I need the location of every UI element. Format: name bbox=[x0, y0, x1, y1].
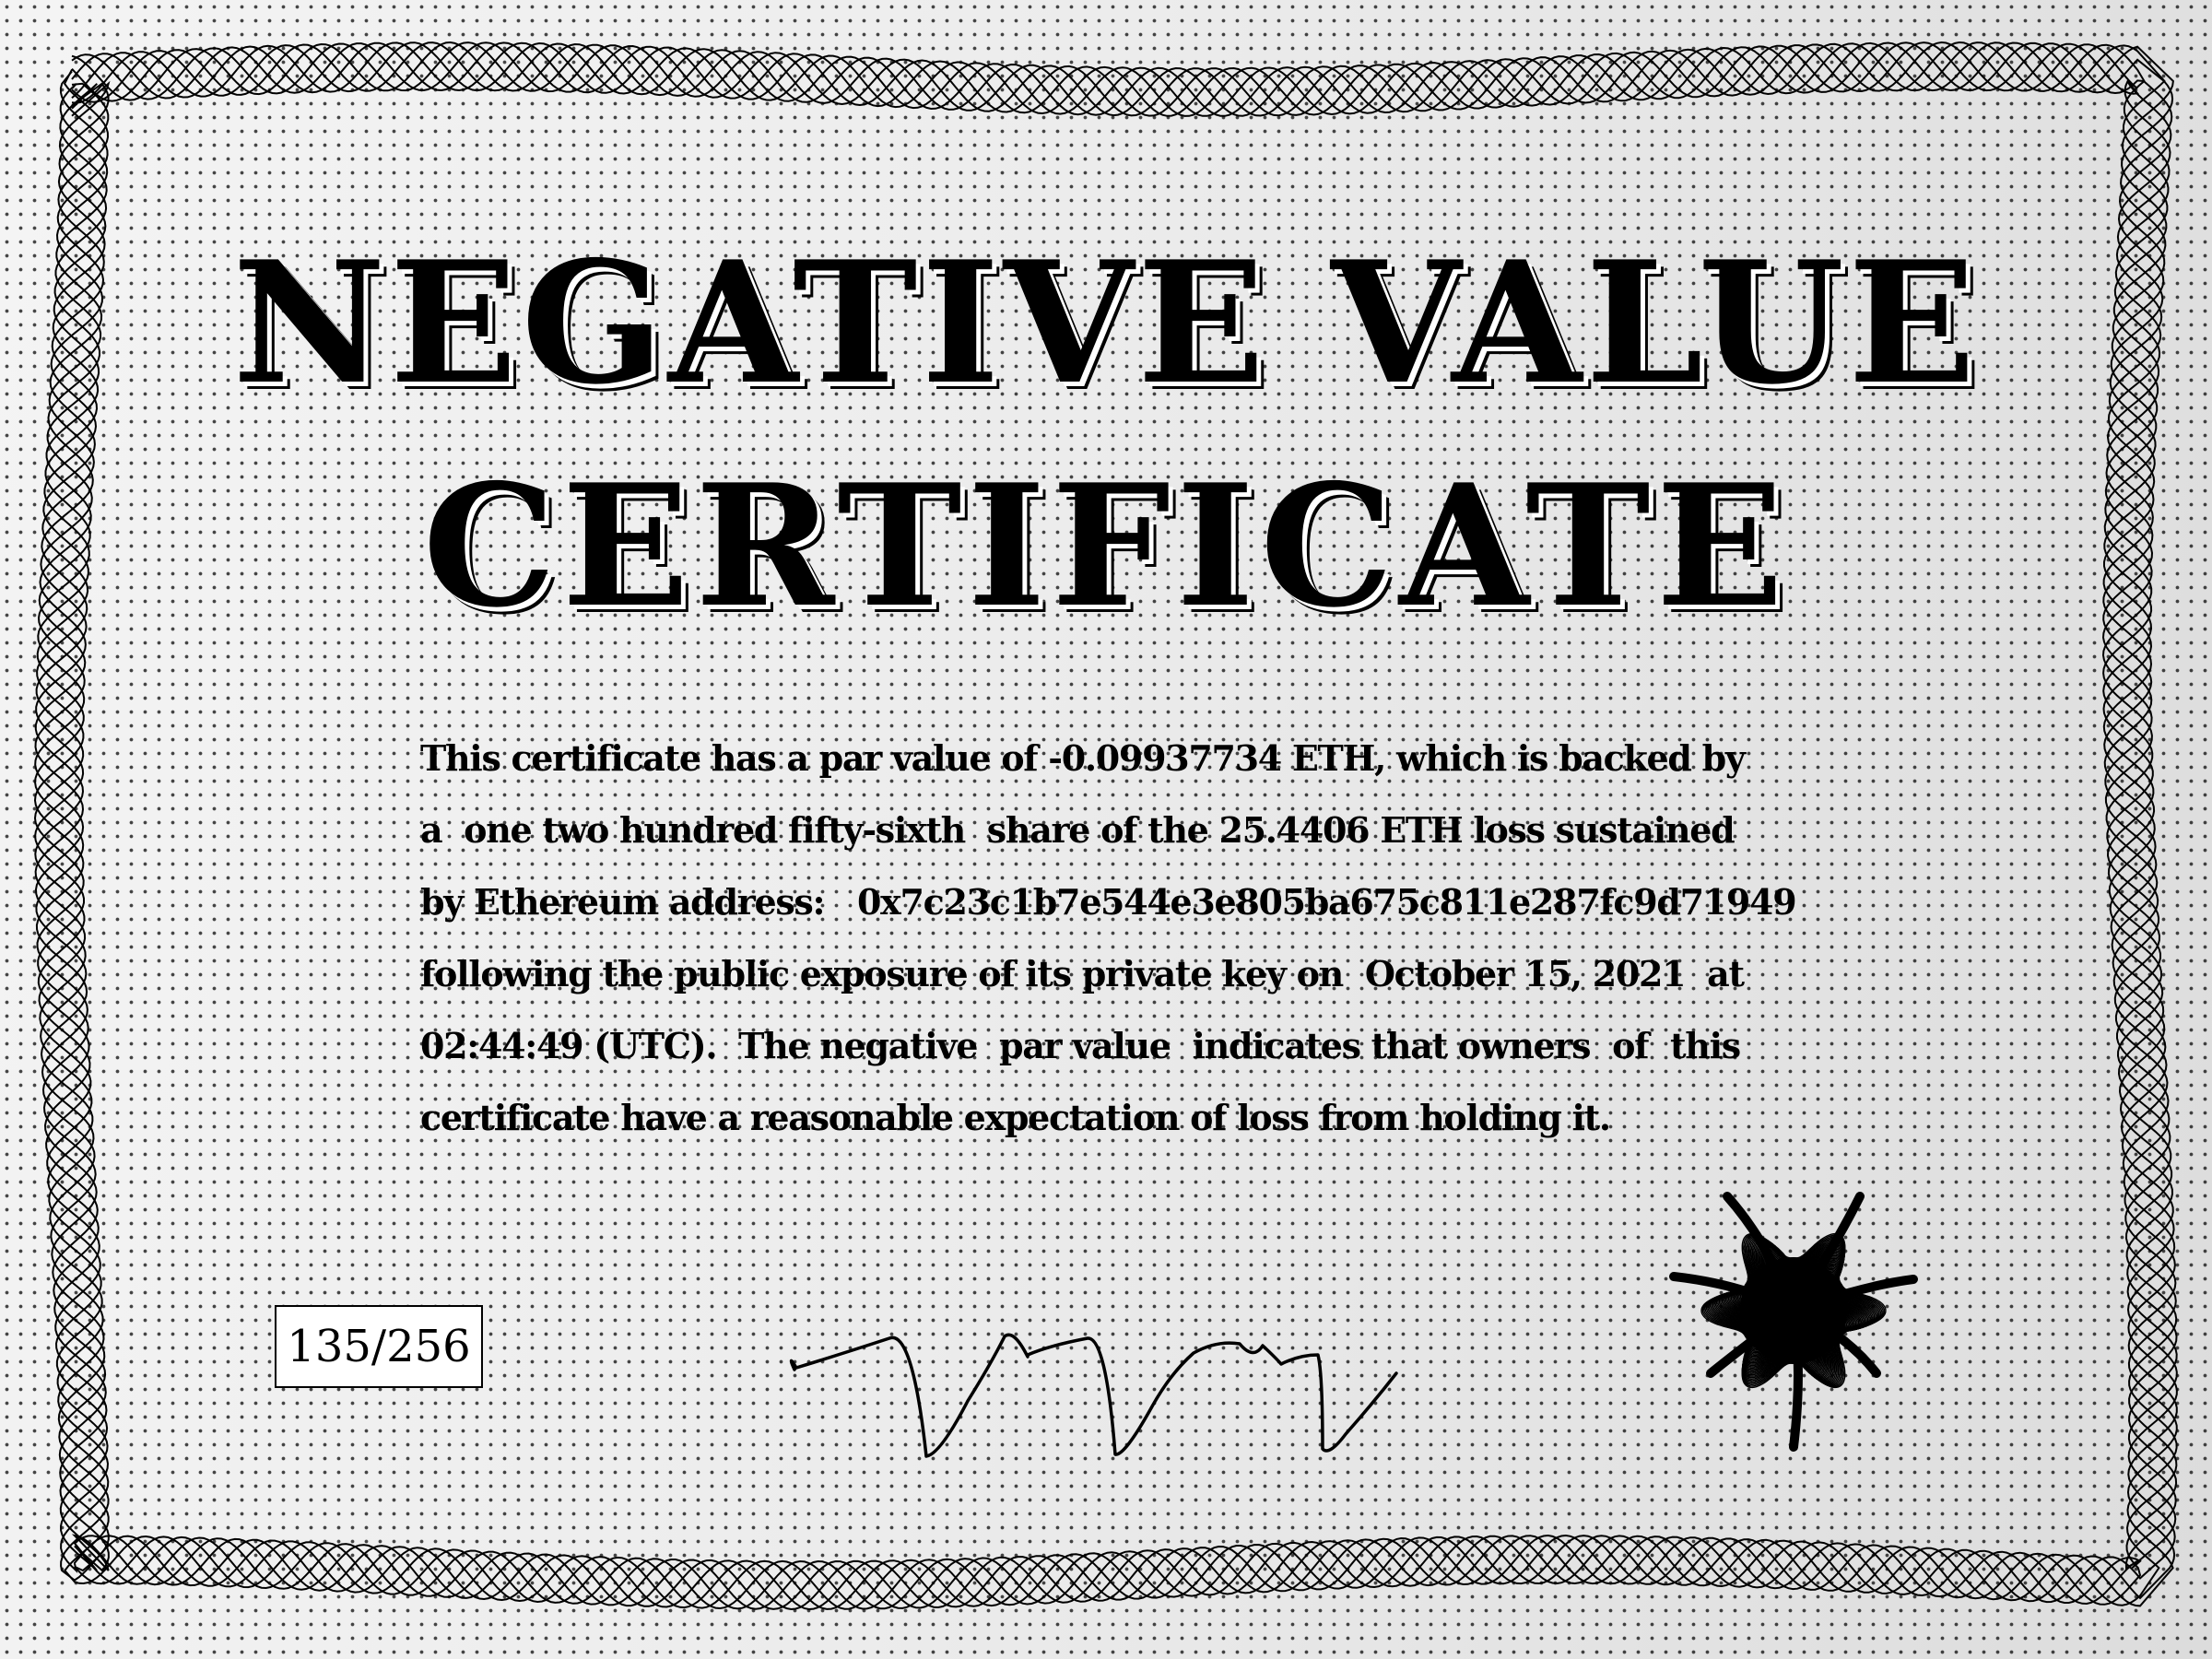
body-line: by Ethereum address: 0x7c23c1b7e544e3e80… bbox=[420, 881, 1797, 923]
signature bbox=[789, 1333, 1398, 1458]
certificate-title-line-1: NEGATIVE VALUE bbox=[232, 224, 1980, 421]
body-line: certificate have a reasonable expectatio… bbox=[420, 1097, 1611, 1138]
serial-number-box: 135/256 bbox=[275, 1305, 483, 1388]
body-line: a one two hundred fifty-sixth share of t… bbox=[420, 809, 1735, 851]
body-line: 02:44:49 (UTC). The negative par value i… bbox=[420, 1025, 1741, 1066]
body-line: following the public exposure of its pri… bbox=[420, 953, 1745, 994]
seal-core bbox=[1740, 1257, 1847, 1364]
seal-linework bbox=[1669, 1192, 1918, 1452]
certificate-title-line-2: CERTIFICATE bbox=[422, 447, 1790, 644]
body-line: This certificate has a par value of -0.0… bbox=[420, 737, 1746, 779]
certificate-body-text: This certificate has a par value of -0.0… bbox=[420, 723, 1803, 1154]
seal-emblem bbox=[1669, 1192, 1918, 1452]
